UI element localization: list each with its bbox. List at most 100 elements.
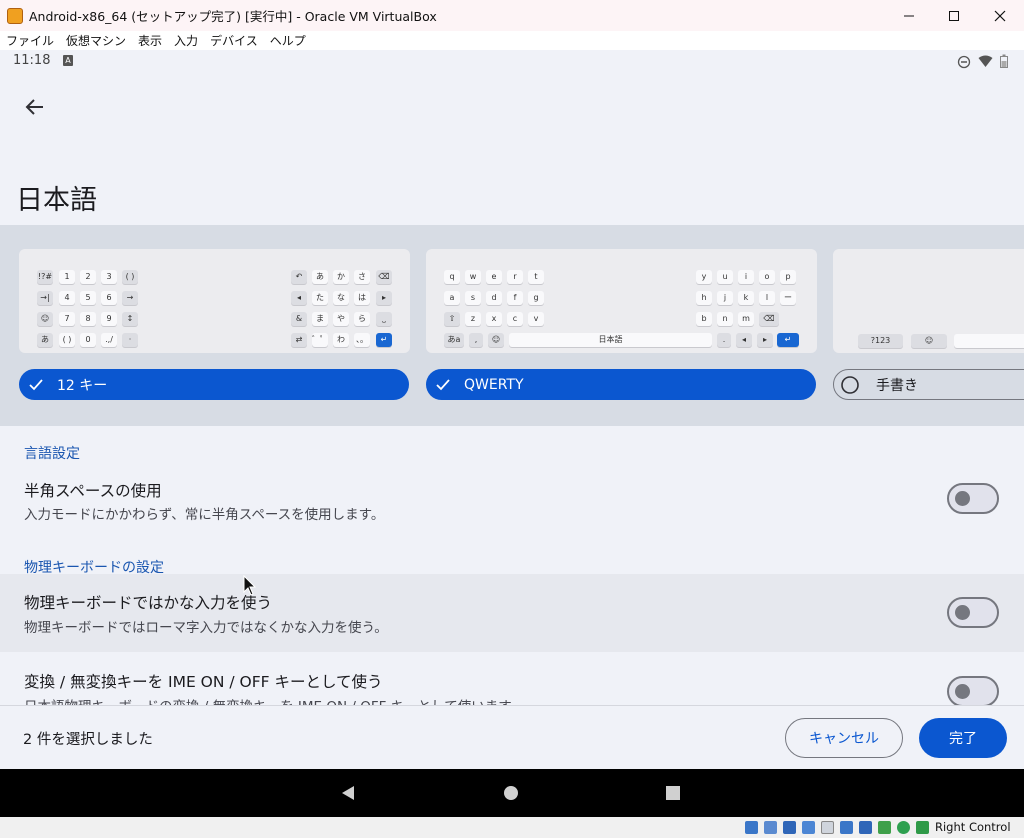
preview-key: i bbox=[738, 270, 754, 284]
check-icon bbox=[29, 378, 43, 390]
do-not-disturb-icon bbox=[957, 55, 971, 69]
key-numbers: ?123 bbox=[858, 334, 903, 348]
preview-key: x bbox=[486, 312, 502, 326]
layout-carousel[interactable]: !?# 1 2 3( ) →| 4 5 6 → ☺ 7 8 9 ↕ あ( ) 0 .,/· ↶ あかさ ⌫ ◂ たなは ▸ &… bbox=[0, 225, 1024, 426]
menu-input[interactable]: 入力 bbox=[168, 32, 204, 49]
preview-key: ー bbox=[780, 291, 796, 305]
maximize-icon bbox=[949, 10, 959, 21]
preview-key: u bbox=[717, 270, 733, 284]
preview-key: あ bbox=[37, 333, 53, 347]
preview-key: わ bbox=[333, 333, 349, 347]
preview-key: 6 bbox=[101, 291, 117, 305]
chip-handwriting[interactable]: 手書き bbox=[833, 369, 1024, 400]
back-arrow-icon[interactable] bbox=[22, 94, 48, 120]
nav-back-icon[interactable] bbox=[340, 785, 356, 801]
preview-key: ▸ bbox=[376, 291, 392, 305]
nav-recents-icon[interactable] bbox=[665, 785, 681, 801]
setting-title: 物理キーボードではかな入力を使う bbox=[24, 594, 273, 612]
preview-key: ↕ bbox=[122, 312, 138, 326]
preview-key: 8 bbox=[80, 312, 96, 326]
half-width-space-toggle[interactable] bbox=[947, 483, 999, 514]
layout-preview-qwerty[interactable]: q w e r t y u i o p a s d f g h j k l ー ⇧ z x c v b n m ⌫ あa, ☺ 日本語. ◂ ▸ ↵ bbox=[426, 249, 817, 353]
layout-preview-handwriting[interactable]: ?123 ☺ bbox=[833, 249, 1024, 353]
layout-preview-12key[interactable]: !?# 1 2 3( ) →| 4 5 6 → ☺ 7 8 9 ↕ あ( ) 0 .,/· ↶ あかさ ⌫ ◂ たなは ▸ &… bbox=[19, 249, 410, 353]
chip-handwriting-label: 手書き bbox=[876, 377, 918, 394]
preview-key: d bbox=[486, 291, 502, 305]
preview-key: n bbox=[717, 312, 733, 326]
preview-key: q bbox=[444, 270, 460, 284]
battery-icon bbox=[1000, 54, 1008, 68]
display-icon[interactable] bbox=[840, 821, 853, 834]
preview-key: y bbox=[696, 270, 712, 284]
preview-key: 4 bbox=[59, 291, 75, 305]
preview-key: j bbox=[717, 291, 733, 305]
usb-icon[interactable] bbox=[802, 821, 815, 834]
recording-icon[interactable] bbox=[859, 821, 872, 834]
preview-key: 3 bbox=[101, 270, 117, 284]
preview-key: ら bbox=[354, 312, 370, 326]
done-button[interactable]: 完了 bbox=[919, 718, 1007, 758]
key-space bbox=[954, 334, 1024, 348]
android-status-bar: 11:18 A bbox=[0, 50, 1024, 73]
preview-key: z bbox=[465, 312, 481, 326]
network-icon[interactable] bbox=[783, 821, 796, 834]
host-key-label: Right Control bbox=[935, 820, 1011, 834]
maximize-button[interactable] bbox=[931, 0, 977, 31]
menu-help[interactable]: ヘルプ bbox=[264, 32, 312, 49]
preview-key: !?# bbox=[37, 270, 53, 284]
menu-machine[interactable]: 仮想マシン bbox=[60, 32, 132, 49]
radio-unchecked-icon bbox=[841, 375, 859, 394]
android-nav-bar bbox=[0, 769, 1024, 817]
setting-title: 変換 / 無変換キーを IME ON / OFF キーとして使う bbox=[24, 673, 383, 691]
kana-input-toggle[interactable] bbox=[947, 597, 999, 628]
shared-folders-icon[interactable] bbox=[821, 821, 834, 834]
chip-qwerty-label: QWERTY bbox=[464, 376, 524, 393]
preview-key: た bbox=[312, 291, 328, 305]
cancel-button[interactable]: キャンセル bbox=[785, 718, 903, 758]
close-button[interactable] bbox=[977, 0, 1023, 31]
window-title: Android-x86_64 (セットアップ完了) [実行中] - Oracle… bbox=[29, 9, 437, 24]
preview-key: h bbox=[696, 291, 712, 305]
page-header: 日本語 bbox=[0, 73, 1024, 225]
preview-key: ( ) bbox=[122, 270, 138, 284]
menu-devices[interactable]: デバイス bbox=[204, 32, 264, 49]
menu-file[interactable]: ファイル bbox=[0, 32, 60, 49]
preview-key: →| bbox=[37, 291, 53, 305]
chip-qwerty[interactable]: QWERTY bbox=[426, 369, 816, 400]
virtualbox-status-bar: Right Control bbox=[0, 817, 1024, 838]
mouse-cursor-icon bbox=[243, 575, 257, 596]
preview-key: m bbox=[738, 312, 754, 326]
preview-key: あa bbox=[444, 333, 464, 347]
ime-key-toggle[interactable] bbox=[947, 676, 999, 707]
setting-half-width-space[interactable]: 半角スペースの使用 入力モードにかかわらず、常に半角スペースを使用します。 bbox=[0, 474, 1024, 538]
page-title: 日本語 bbox=[16, 185, 97, 216]
preview-key: . bbox=[717, 333, 731, 347]
preview-key: c bbox=[507, 312, 523, 326]
keyboard-badge-icon: A bbox=[63, 55, 73, 66]
optical-drive-icon[interactable] bbox=[764, 821, 777, 834]
preview-key: ☺ bbox=[37, 312, 53, 326]
check-icon bbox=[436, 378, 450, 390]
preview-key: v bbox=[528, 312, 544, 326]
status-clock: 11:18 bbox=[13, 53, 51, 68]
hard-disk-icon[interactable] bbox=[745, 821, 758, 834]
preview-key: や bbox=[333, 312, 349, 326]
preview-key: ⇄ bbox=[291, 333, 307, 347]
cpu-icon[interactable] bbox=[878, 821, 891, 834]
nav-home-icon[interactable] bbox=[503, 785, 519, 801]
menu-view[interactable]: 表示 bbox=[132, 32, 168, 49]
mouse-integration-icon[interactable] bbox=[897, 821, 910, 834]
preview-key: r bbox=[507, 270, 523, 284]
chip-12key-label: 12 キー bbox=[57, 377, 108, 394]
setting-subtitle: 入力モードにかかわらず、常に半角スペースを使用します。 bbox=[24, 507, 385, 523]
minimize-button[interactable] bbox=[886, 0, 932, 31]
preview-key: 2 bbox=[80, 270, 96, 284]
chip-12key[interactable]: 12 キー bbox=[19, 369, 409, 400]
virtualbox-app-icon bbox=[7, 7, 23, 24]
preview-key: ☺ bbox=[488, 333, 504, 347]
preview-key: ( ) bbox=[59, 333, 75, 347]
preview-key: · bbox=[122, 333, 138, 347]
keyboard-capture-icon[interactable] bbox=[916, 821, 929, 834]
setting-kana-input[interactable]: 物理キーボードではかな入力を使う 物理キーボードではローマ字入力ではなくかな入力… bbox=[0, 574, 1024, 652]
preview-key: , bbox=[469, 333, 483, 347]
